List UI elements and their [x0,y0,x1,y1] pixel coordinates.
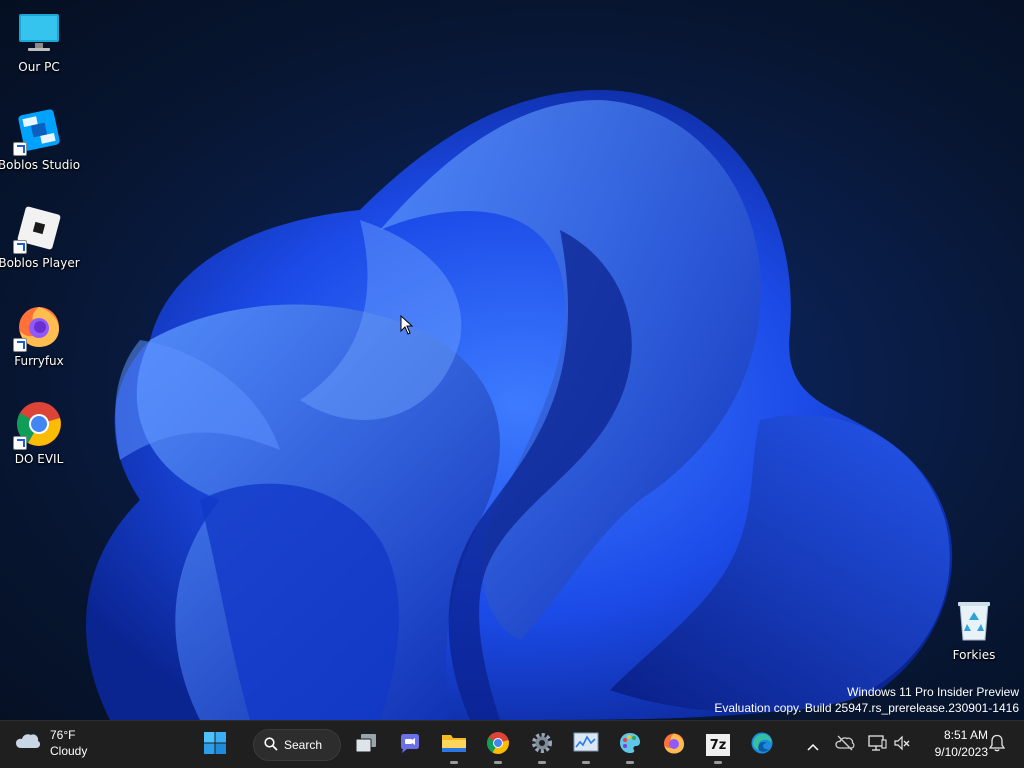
taskbar: 76°F Cloudy Search 7z 8:51 AM 9/10/2023 [0,720,1024,768]
evaluation-watermark: Windows 11 Pro Insider Preview Evaluatio… [714,684,1019,716]
desktop-icon-do-evil[interactable]: DO EVIL [0,394,78,472]
task-view-icon [354,731,378,759]
taskbar-search-box[interactable]: Search [253,729,341,761]
clock-time: 8:51 AM [943,728,988,742]
desktop-icon-label: DO EVIL [14,452,64,466]
edge-icon [750,731,774,759]
cloud-off-icon [835,735,855,755]
shortcut-arrow-icon [13,240,27,254]
running-indicator [450,761,458,764]
file-explorer-button[interactable] [434,725,474,765]
7zip-button[interactable]: 7z [698,725,738,765]
boblos-player-icon [13,204,63,254]
folder-icon [441,731,467,759]
weather-condition: Cloudy [50,744,88,758]
paint-icon [618,731,642,759]
task-manager-button[interactable] [566,725,606,765]
monitor-icon [15,8,63,56]
chrome-button[interactable] [478,725,518,765]
search-icon [264,736,278,755]
paint-button[interactable] [610,725,650,765]
shortcut-arrow-icon [13,338,27,352]
firefox-icon [662,731,686,759]
weather-temperature: 76°F [50,728,76,742]
firefox-button[interactable] [654,725,694,765]
chrome-icon [13,400,63,450]
running-indicator [714,761,722,764]
shortcut-arrow-icon [13,436,27,450]
boblos-studio-icon [13,106,63,156]
volume-tray-button[interactable] [890,733,914,757]
desktop-icon-forkies[interactable]: Forkies [935,590,1013,668]
chat-icon [398,731,422,759]
running-indicator [626,761,634,764]
chrome-icon [486,731,510,759]
task-manager-icon [573,732,599,758]
running-indicator [494,761,502,764]
volume-muted-icon [893,735,911,755]
taskbar-clock[interactable]: 8:51 AM 9/10/2023 [918,727,988,761]
watermark-line-build: Evaluation copy. Build 25947.rs_prerelea… [714,701,1019,715]
watermark-line-edition: Windows 11 Pro Insider Preview [847,685,1019,699]
mouse-pointer-icon [400,315,414,335]
desktop-icon-label: Furryfux [14,354,64,368]
onedrive-tray-button[interactable] [833,733,857,757]
wallpaper-bloom [86,90,953,720]
task-view-button[interactable] [346,725,386,765]
desktop-icon-label: Forkies [952,648,996,662]
chat-button[interactable] [390,725,430,765]
cloud-icon [14,729,42,757]
chevron-up-icon [807,736,819,755]
desktop-icon-label: Our PC [18,60,60,74]
start-button[interactable] [195,725,235,765]
7zip-icon: 7z [706,734,730,756]
network-icon [867,734,887,756]
desktop-icon-furryfux[interactable]: Furryfux [0,296,78,374]
running-indicator [582,761,590,764]
show-hidden-icons-button[interactable] [801,733,825,757]
settings-button[interactable] [522,725,562,765]
search-label: Search [284,738,323,752]
desktop-icon-boblos-player[interactable]: Boblos Player [0,198,80,276]
edge-button[interactable] [742,725,782,765]
network-tray-button[interactable] [865,733,889,757]
gear-icon [530,731,554,759]
running-indicator [538,761,546,764]
desktop-icon-label: Boblos Player [0,256,80,270]
desktop-icon-boblos-studio[interactable]: Boblos Studio [0,100,81,178]
weather-widget[interactable]: 76°F Cloudy [14,727,87,759]
clock-date: 9/10/2023 [934,745,988,759]
bell-icon [988,734,1006,756]
notifications-button[interactable] [985,733,1009,757]
shortcut-arrow-icon [13,142,27,156]
firefox-icon [13,302,63,352]
desktop-icon-label: Boblos Studio [0,158,81,172]
7zip-logo-text: 7z [709,737,727,753]
recycle-bin-icon [950,596,998,644]
desktop-icon-our-pc[interactable]: Our PC [0,2,78,80]
windows-logo-icon [203,731,227,759]
